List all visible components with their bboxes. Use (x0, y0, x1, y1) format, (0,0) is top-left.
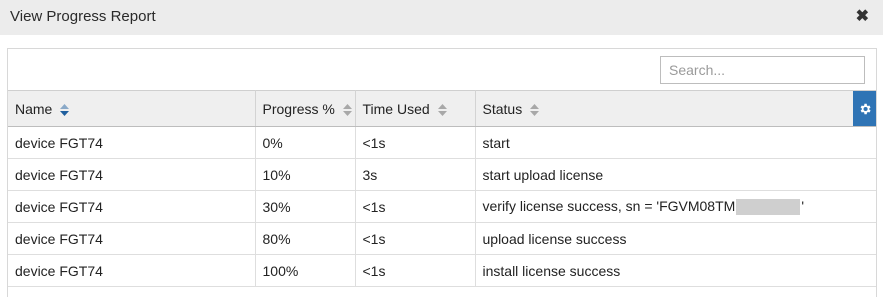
search-input[interactable] (660, 56, 865, 84)
dialog-title: View Progress Report (10, 8, 156, 25)
cell-status: install license success (475, 254, 876, 287)
cell-status: start upload license (475, 158, 876, 191)
redacted-serial (736, 199, 801, 216)
cell-time-used: <1s (355, 222, 476, 255)
dialog-titlebar: View Progress Report ✖ (0, 0, 883, 35)
cell-status: upload license success (475, 222, 876, 255)
cell-status: verify license success, sn = 'FGVM08TM ' (475, 190, 876, 223)
column-label: Time Used (362, 100, 430, 117)
column-label: Status (482, 100, 523, 117)
table-row[interactable]: device FGT74 80% <1s upload license succ… (8, 222, 876, 255)
sort-icon (437, 103, 447, 116)
table-row[interactable]: device FGT74 100% <1s install license su… (8, 254, 876, 287)
table-row[interactable]: device FGT74 0% <1s start (8, 126, 876, 159)
cell-time-used: <1s (355, 126, 476, 159)
cell-time-used: <1s (355, 190, 476, 223)
cell-progress: 30% (255, 190, 356, 223)
cell-progress: 10% (255, 158, 356, 191)
cell-progress: 100% (255, 254, 356, 287)
report-panel: Name Progress % Time (7, 48, 877, 297)
sort-icon (530, 103, 540, 116)
cell-name: device FGT74 (8, 126, 256, 159)
column-label: Name (15, 100, 53, 117)
cell-name: device FGT74 (8, 222, 256, 255)
column-header-name[interactable]: Name (8, 90, 256, 127)
status-text-end: ' (801, 197, 804, 214)
column-header-time-used[interactable]: Time Used (355, 90, 476, 127)
cell-name: device FGT74 (8, 158, 256, 191)
cell-name: device FGT74 (8, 190, 256, 223)
cell-progress: 0% (255, 126, 356, 159)
sort-icon (342, 103, 352, 116)
column-label: Progress % (262, 100, 335, 117)
gear-icon (860, 103, 871, 114)
cell-status: start (475, 126, 876, 159)
table-row[interactable]: device FGT74 10% 3s start upload license (8, 158, 876, 191)
cell-time-used: <1s (355, 254, 476, 287)
table-header-row: Name Progress % Time Used Status (8, 90, 876, 127)
close-icon[interactable]: ✖ (856, 8, 869, 26)
column-header-progress[interactable]: Progress % (255, 90, 356, 127)
table-row[interactable]: device FGT74 30% <1s verify license succ… (8, 190, 876, 223)
progress-report-dialog: View Progress Report ✖ Name (0, 0, 883, 297)
progress-table: Name Progress % Time Used Status device … (8, 90, 876, 287)
cell-name: device FGT74 (8, 254, 256, 287)
column-header-status[interactable]: Status (475, 90, 876, 127)
sort-asc-desc-icon (60, 103, 70, 116)
cell-progress: 80% (255, 222, 356, 255)
status-text: verify license success, sn = 'FGVM08TM (482, 197, 736, 214)
cell-time-used: 3s (355, 158, 476, 191)
column-settings-button[interactable] (853, 91, 876, 126)
